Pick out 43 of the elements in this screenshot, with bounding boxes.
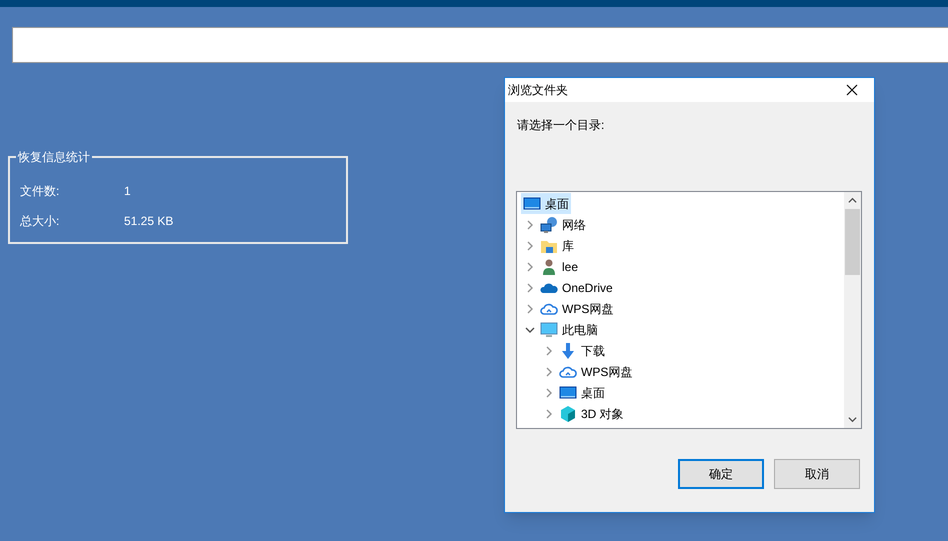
dialog-button[interactable]: 取消 [774,459,860,489]
scrollbar-thumb[interactable] [845,209,860,275]
tree-item[interactable]: 网络 [538,214,588,235]
scroll-up-icon[interactable] [848,196,857,205]
expand-chevron-icon[interactable] [544,366,554,376]
tree-item[interactable]: WPS网盘 [538,298,616,319]
stat-label: 文件数: [20,183,60,200]
expand-chevron-icon[interactable] [544,408,554,418]
tree-item[interactable]: 库 [538,235,576,256]
tree-item[interactable]: WPS网盘 [557,361,634,382]
tree-item[interactable]: 桌面 [521,193,571,214]
tree-item[interactable]: 下载 [557,340,607,361]
tree-item[interactable]: 此电脑 [538,319,600,340]
expand-chevron-icon[interactable] [525,262,535,272]
stat-label: 总大小: [20,213,60,230]
monitor-icon [523,194,541,212]
dialog-prompt: 请选择一个目录: [517,117,606,134]
group-title: 恢复信息统计 [16,149,92,165]
scroll-down-icon[interactable] [848,415,857,424]
tree-item[interactable]: 桌面 [557,382,607,403]
expand-chevron-icon[interactable] [544,346,554,356]
expand-chevron-icon[interactable] [544,388,554,398]
scrollbar[interactable] [844,192,861,428]
stat-value: 51.25 KB [124,213,174,230]
person-icon [540,258,558,276]
dialog-button[interactable]: 确定 [678,459,764,489]
monitor-icon [559,384,577,402]
stat-value: 1 [124,183,131,200]
computer-icon [540,320,558,338]
network-icon [540,216,558,234]
collapse-chevron-icon[interactable] [525,324,535,334]
expand-chevron-icon[interactable] [525,282,535,292]
down-arrow-icon [559,342,577,360]
cube-icon [559,404,577,422]
tree-item[interactable]: 3D 对象 [557,403,626,424]
tree-item[interactable]: lee [538,256,580,277]
expand-chevron-icon[interactable] [525,220,535,230]
path-field[interactable] [12,27,948,63]
expand-chevron-icon[interactable] [525,240,535,250]
tree-item[interactable]: OneDrive [538,277,615,298]
expand-chevron-icon[interactable] [525,304,535,314]
close-icon [846,84,858,96]
dialog-title: 浏览文件夹 [508,82,568,99]
